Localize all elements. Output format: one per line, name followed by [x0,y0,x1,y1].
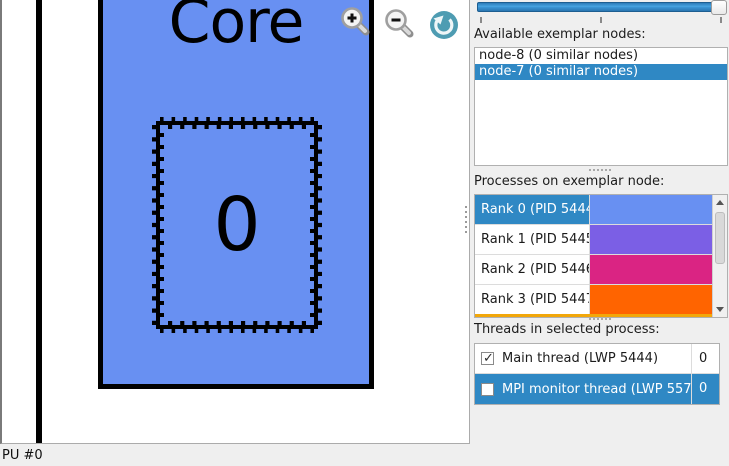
process-color-swatch [590,255,712,284]
pu-object-box[interactable]: 0 [152,117,322,333]
pu-object-label: 0 [213,188,260,262]
nodes-section-label: Available exemplar nodes: [474,27,646,42]
thread-checkbox-checked[interactable] [481,352,494,365]
slider-tick [480,17,482,23]
scroll-up-arrow-icon[interactable] [713,195,727,210]
scroll-down-arrow-icon[interactable] [713,302,727,317]
thread-table[interactable]: Main thread (LWP 5444) 0 MPI monitor thr… [474,343,720,405]
process-color-swatch [590,195,712,224]
threads-section-label: Threads in selected process: [474,322,660,337]
node-list-item-selected[interactable]: node-7 (0 similar nodes) [475,64,727,80]
zoom-out-icon[interactable] [383,7,415,39]
core-object-box[interactable]: Core 0 [98,0,374,389]
process-table[interactable]: Rank 0 (PID 5444) Rank 1 (PID 5445) Rank… [474,194,728,318]
topology-canvas[interactable]: Core 0 [0,0,470,444]
process-row[interactable]: Rank 0 (PID 5444) [475,195,712,225]
process-color-swatch [590,285,712,314]
scrollbar-thumb[interactable] [715,212,725,264]
thread-row-selected[interactable]: MPI monitor thread (LWP 5575) 0 [475,374,719,404]
status-bar-text: PU #0 [2,448,43,463]
slider-tick [600,17,602,23]
node-list-item[interactable]: node-8 (0 similar nodes) [475,48,727,64]
slider-tick [720,17,722,23]
process-rank-label: Rank 2 (PID 5446) [475,255,590,284]
partial-process-row [475,314,712,317]
process-rank-label: Rank 3 (PID 5447) [475,285,590,314]
parent-object-edge [36,0,42,443]
zoom-in-icon[interactable] [339,5,371,37]
app-window: Core 0 PU #0 [0,0,729,466]
process-rank-label: Rank 1 (PID 5445) [475,225,590,254]
thread-value: 0 [691,374,719,404]
side-panel: Available exemplar nodes: node-8 (0 simi… [471,0,729,466]
main-splitter-handle[interactable] [465,206,467,233]
processes-section-label: Processes on exemplar node: [474,174,664,189]
process-row[interactable]: Rank 1 (PID 5445) [475,225,712,255]
process-color-swatch [590,225,712,254]
depth-slider[interactable] [471,0,729,24]
core-object-label: Core [103,0,369,52]
reset-view-icon[interactable] [429,10,459,40]
process-row[interactable]: Rank 2 (PID 5446) [475,255,712,285]
process-row[interactable]: Rank 3 (PID 5447) [475,285,712,315]
process-rank-label: Rank 0 (PID 5444) [475,195,590,224]
thread-label: Main thread (LWP 5444) [502,351,691,366]
thread-value: 0 [691,344,719,373]
thread-label: MPI monitor thread (LWP 5575) [502,382,691,397]
panel-splitter-handle[interactable] [589,318,612,320]
process-table-scrollbar[interactable] [712,195,727,317]
thread-checkbox-unchecked[interactable] [481,383,494,396]
depth-slider-handle[interactable] [711,0,727,15]
exemplar-node-list[interactable]: node-8 (0 similar nodes) node-7 (0 simil… [474,47,728,166]
depth-slider-groove[interactable] [477,2,727,12]
thread-row[interactable]: Main thread (LWP 5444) 0 [475,344,719,374]
panel-splitter-handle[interactable] [589,169,612,171]
